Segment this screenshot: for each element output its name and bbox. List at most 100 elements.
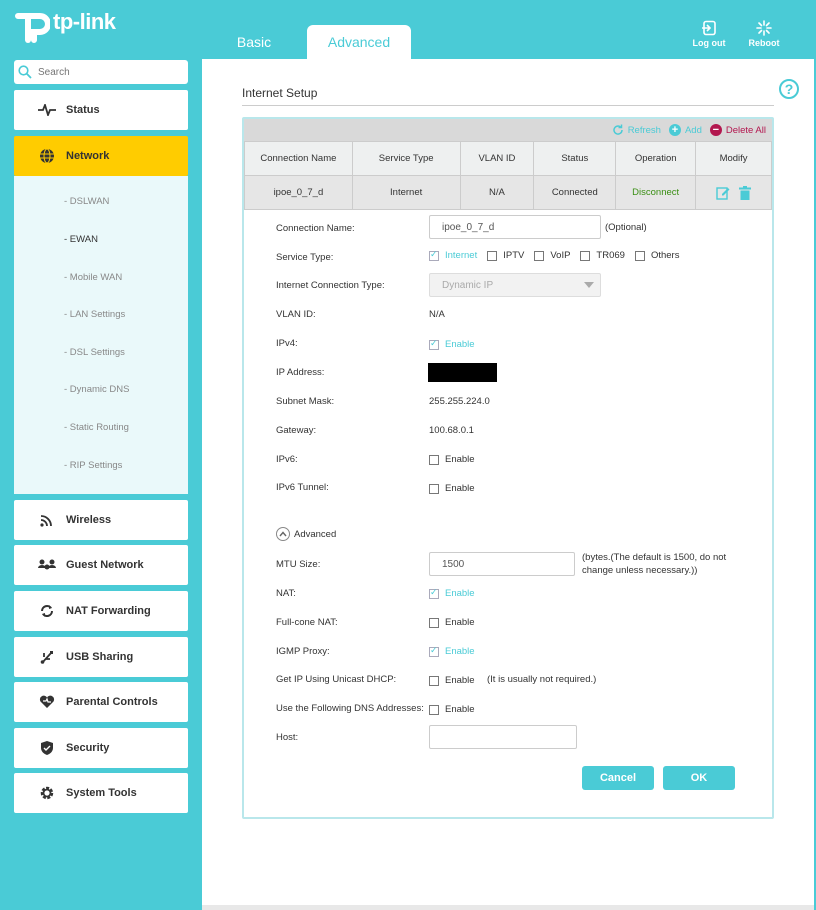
sidebar-item-nat-forwarding[interactable]: NAT Forwarding bbox=[14, 591, 188, 631]
submenu-dynamic-dns[interactable]: - Dynamic DNS bbox=[64, 384, 129, 395]
sidebar-item-label: System Tools bbox=[66, 787, 137, 799]
igmp-proxy-label: IGMP Proxy: bbox=[276, 646, 330, 657]
unicast-dhcp-label: Get IP Using Unicast DHCP: bbox=[276, 674, 397, 685]
cell-name: ipoe_0_7_d bbox=[244, 175, 353, 210]
full-cone-nat-enable[interactable]: Enable bbox=[429, 617, 475, 628]
edit-icon[interactable] bbox=[716, 186, 730, 200]
refresh-button[interactable]: Refresh bbox=[612, 124, 661, 136]
guests-icon bbox=[36, 558, 58, 572]
ipv4-enable[interactable]: Enable bbox=[429, 338, 475, 350]
sidebar-item-guest-network[interactable]: Guest Network bbox=[14, 545, 188, 585]
logout-label: Log out bbox=[692, 38, 726, 48]
checkbox[interactable] bbox=[429, 454, 439, 465]
submenu-rip-settings[interactable]: - RIP Settings bbox=[64, 460, 122, 471]
sidebar-item-status[interactable]: Status bbox=[14, 90, 188, 130]
add-button[interactable]: + Add bbox=[668, 124, 702, 136]
sidebar-item-usb-sharing[interactable]: USB Sharing bbox=[14, 637, 188, 677]
submenu-dslwan[interactable]: - DSLWAN bbox=[64, 196, 109, 207]
connection-name-input[interactable] bbox=[429, 215, 601, 239]
nat-enable[interactable]: Enable bbox=[429, 587, 475, 599]
mtu-note: (bytes.(The default is 1500, do not chan… bbox=[582, 552, 727, 576]
service-type-options: Internet IPTV VoIP TR069 Others bbox=[429, 249, 689, 261]
enable-label: Enable bbox=[445, 704, 475, 715]
checkbox[interactable] bbox=[429, 338, 439, 350]
trash-icon[interactable] bbox=[738, 185, 751, 200]
enable-label: Enable bbox=[445, 675, 475, 686]
checkbox[interactable] bbox=[429, 704, 439, 715]
ipv6-tunnel-label: IPv6 Tunnel: bbox=[276, 482, 329, 493]
sidebar-item-network[interactable]: Network bbox=[14, 136, 188, 176]
redacted-ip-address bbox=[428, 363, 497, 382]
checkbox[interactable] bbox=[429, 675, 439, 686]
search-input[interactable] bbox=[38, 66, 178, 78]
submenu-static-routing[interactable]: - Static Routing bbox=[64, 422, 129, 433]
network-submenu: - DSLWAN - EWAN - Mobile WAN - LAN Setti… bbox=[14, 176, 188, 494]
subnet-mask-value: 255.255.224.0 bbox=[429, 396, 490, 407]
checkbox[interactable] bbox=[634, 250, 645, 261]
sidebar-item-parental-controls[interactable]: Parental Controls bbox=[14, 682, 188, 722]
subnet-mask-label: Subnet Mask: bbox=[276, 396, 335, 407]
ipv6-tunnel-enable[interactable]: Enable bbox=[429, 483, 475, 494]
gear-icon bbox=[36, 785, 58, 801]
search-box bbox=[14, 60, 188, 84]
reboot-icon bbox=[756, 20, 772, 36]
cancel-button[interactable]: Cancel bbox=[582, 766, 654, 790]
advanced-toggle[interactable]: Advanced bbox=[276, 527, 336, 541]
checkbox[interactable] bbox=[429, 617, 439, 628]
host-input[interactable] bbox=[429, 725, 577, 749]
delete-all-button[interactable]: − Delete All bbox=[709, 124, 766, 136]
checkbox[interactable] bbox=[429, 483, 439, 494]
checkbox[interactable] bbox=[534, 250, 545, 261]
checkbox[interactable] bbox=[580, 250, 591, 261]
title-divider bbox=[242, 105, 774, 106]
gateway-value: 100.68.0.1 bbox=[429, 425, 474, 436]
checkbox[interactable] bbox=[429, 645, 439, 657]
ipv6-enable[interactable]: Enable bbox=[429, 454, 475, 465]
delete-all-label: Delete All bbox=[725, 124, 766, 136]
tab-advanced[interactable]: Advanced bbox=[307, 25, 411, 59]
cell-vlan: N/A bbox=[459, 175, 535, 210]
sidebar-item-label: Parental Controls bbox=[66, 696, 158, 708]
sidebar-item-label: Wireless bbox=[66, 514, 112, 526]
mtu-size-input[interactable] bbox=[429, 552, 575, 576]
unicast-dhcp-enable[interactable]: Enable bbox=[429, 675, 475, 686]
brand-name: tp-link bbox=[53, 9, 116, 34]
checkbox[interactable] bbox=[487, 250, 498, 261]
service-others-option[interactable]: Others bbox=[634, 250, 679, 261]
tp-link-logo: tp-link bbox=[14, 6, 116, 44]
connection-type-select[interactable]: Dynamic IP bbox=[429, 273, 601, 297]
sidebar-item-wireless[interactable]: Wireless bbox=[14, 500, 188, 540]
service-iptv-option[interactable]: IPTV bbox=[487, 250, 524, 261]
logout-icon bbox=[702, 20, 716, 36]
checkbox[interactable] bbox=[429, 249, 439, 261]
table-row[interactable]: ipoe_0_7_d Internet N/A Connected Discon… bbox=[244, 175, 772, 210]
sidebar-item-system-tools[interactable]: System Tools bbox=[14, 773, 188, 813]
option-label: IPTV bbox=[503, 250, 525, 261]
connection-table: Connection Name Service Type VLAN ID Sta… bbox=[244, 141, 772, 210]
service-internet-option[interactable]: Internet bbox=[429, 249, 477, 261]
service-tr069-option[interactable]: TR069 bbox=[580, 250, 625, 261]
unicast-note: (It is usually not required.) bbox=[487, 674, 597, 685]
wifi-icon bbox=[36, 513, 58, 527]
refresh-icon bbox=[612, 124, 623, 135]
add-label: Add bbox=[684, 124, 702, 136]
dns-addresses-enable[interactable]: Enable bbox=[429, 704, 475, 715]
submenu-dsl-settings[interactable]: - DSL Settings bbox=[64, 347, 125, 358]
enable-label: Enable bbox=[445, 617, 475, 628]
checkbox[interactable] bbox=[429, 587, 439, 599]
col-modify: Modify bbox=[695, 141, 772, 176]
submenu-ewan[interactable]: - EWAN bbox=[64, 234, 98, 245]
ok-button[interactable]: OK bbox=[663, 766, 735, 790]
service-voip-option[interactable]: VoIP bbox=[534, 250, 570, 261]
sidebar-item-security[interactable]: Security bbox=[14, 728, 188, 768]
main-content: ? Internet Setup Refresh + Add − Delete … bbox=[202, 59, 814, 907]
tab-basic[interactable]: Basic bbox=[222, 25, 286, 59]
sidebar-item-label: Guest Network bbox=[66, 559, 144, 571]
igmp-proxy-enable[interactable]: Enable bbox=[429, 645, 475, 657]
help-icon[interactable]: ? bbox=[779, 79, 799, 99]
logout-button[interactable]: Log out bbox=[689, 20, 729, 48]
disconnect-link[interactable]: Disconnect bbox=[615, 175, 697, 210]
submenu-lan-settings[interactable]: - LAN Settings bbox=[64, 309, 125, 320]
submenu-mobile-wan[interactable]: - Mobile WAN bbox=[64, 272, 122, 283]
reboot-button[interactable]: Reboot bbox=[744, 20, 784, 48]
